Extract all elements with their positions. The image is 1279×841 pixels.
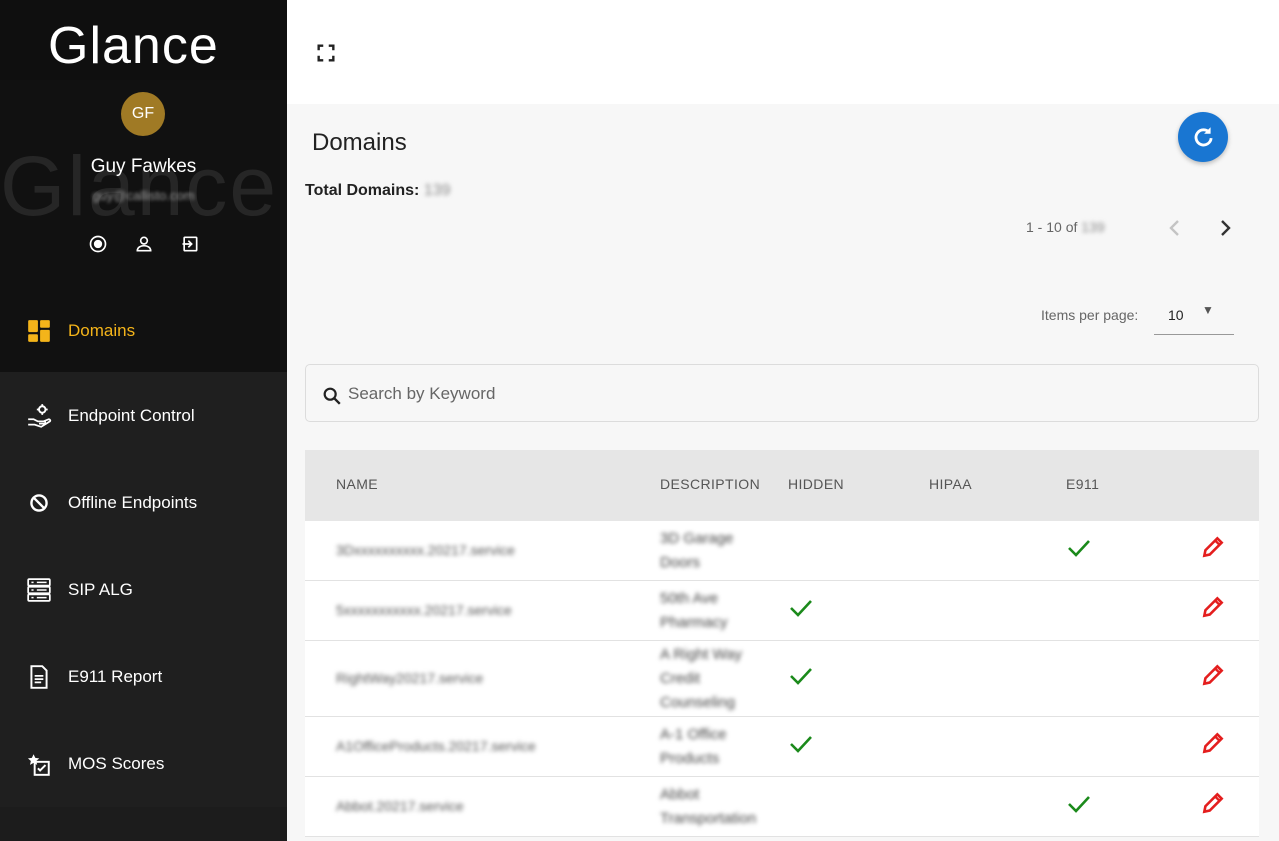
profile-panel: Glance GF Guy Fawkes guy@callisto.com <box>0 80 287 290</box>
domain-name: RightWay20217.service <box>336 670 484 686</box>
sidebar-item-sip-alg[interactable]: SIP ALG <box>0 546 287 633</box>
total-domains-label: Total Domains: <box>305 182 420 199</box>
sidebar-item-label: Endpoint Control <box>68 405 195 425</box>
domain-name: A1OfficeProducts.20217.service <box>336 738 536 754</box>
edit-icon[interactable] <box>1200 534 1226 560</box>
hidden-check-icon <box>788 665 814 687</box>
sidebar-item-mos-scores[interactable]: MOS Scores <box>0 720 287 807</box>
logo-watermark: Glance <box>0 139 279 233</box>
sidebar-item-label: MOS Scores <box>68 753 165 773</box>
pagination-range-label: 1 - 10 of <box>1026 219 1078 235</box>
domain-description-line: Credit <box>660 670 701 687</box>
items-per-page-select[interactable]: 10 ▼ <box>1154 297 1234 335</box>
search-input[interactable] <box>348 379 1228 409</box>
edit-icon[interactable] <box>1200 662 1226 688</box>
column-hidden[interactable]: HIDDEN <box>788 476 844 492</box>
column-hipaa[interactable]: HIPAA <box>929 476 972 492</box>
table-row[interactable]: 3Dxxxxxxxxxx.20217.service 3D Garage Doors <box>305 521 1259 581</box>
sidebar-item-label: SIP ALG <box>68 579 133 599</box>
domain-description-line: Products <box>660 750 720 767</box>
user-name: Guy Fawkes <box>90 156 197 177</box>
chevron-down-icon: ▼ <box>1202 303 1214 317</box>
status-icon[interactable] <box>88 234 108 254</box>
total-domains-value: 139 <box>423 182 451 199</box>
total-domains: Total Domains: 139 <box>305 182 451 200</box>
server-icon <box>25 576 53 604</box>
domain-description-line: Pharmacy <box>660 614 728 631</box>
document-icon <box>25 663 53 691</box>
sidebar-item-domains[interactable]: Domains <box>0 290 287 372</box>
dashboard-icon <box>25 317 53 345</box>
column-description[interactable]: DESCRIPTION <box>660 476 760 492</box>
profile-actions <box>88 234 200 254</box>
previous-page-button[interactable] <box>1165 216 1185 240</box>
sidebar-nav: Domains Endpoint Control Offline Endpoin… <box>0 290 287 807</box>
sidebar-item-offline-endpoints[interactable]: Offline Endpoints <box>0 459 287 546</box>
table-body: 3Dxxxxxxxxxx.20217.service 3D Garage Doors… <box>305 521 1259 837</box>
domain-description: 3D Garage Doors <box>660 527 780 575</box>
table-row[interactable]: 5xxxxxxxxxxx.20217.service 50th Ave Pharma… <box>305 581 1259 641</box>
user-email: guy@callisto.com <box>92 188 195 203</box>
pagination-range: 1 - 10 of 139 <box>1026 219 1105 235</box>
table-row[interactable]: Abbot.20217.service Abbot Transportation <box>305 777 1259 837</box>
domain-description: 50th Ave Pharmacy <box>660 587 780 635</box>
column-e911[interactable]: E911 <box>1066 476 1099 492</box>
sidebar-item-label: Offline Endpoints <box>68 492 198 512</box>
domain-name: Abbot.20217.service <box>336 798 464 814</box>
pagination-range-total: 139 <box>1081 219 1105 235</box>
page-title: Domains <box>312 129 407 156</box>
e911-check-icon <box>1066 537 1092 559</box>
table-header: NAME DESCRIPTION HIDDEN HIPAA E911 <box>305 450 1259 521</box>
domains-table: NAME DESCRIPTION HIDDEN HIPAA E911 3Dxxx… <box>305 450 1259 837</box>
table-row[interactable]: A1OfficeProducts.20217.service A-1 Office… <box>305 717 1259 777</box>
rating-icon <box>25 750 53 778</box>
sidebar-item-label: Domains <box>68 321 136 340</box>
avatar[interactable]: GF <box>121 92 165 136</box>
edit-icon[interactable] <box>1200 790 1226 816</box>
sidebar-item-e911-report[interactable]: E911 Report <box>0 633 287 720</box>
domain-description-line: A-1 Office <box>660 726 727 743</box>
top-bar <box>287 0 1279 104</box>
domain-description: A Right Way Credit Counseling <box>660 643 780 715</box>
hidden-check-icon <box>788 733 814 755</box>
items-per-page-value: 10 <box>1168 307 1184 323</box>
domain-description-line: 3D Garage <box>660 530 734 547</box>
hidden-check-icon <box>788 597 814 619</box>
refresh-button[interactable] <box>1178 112 1228 162</box>
sidebar-item-label: E911 Report <box>68 666 163 686</box>
table-row[interactable]: RightWay20217.service A Right Way Credit Co… <box>305 641 1259 717</box>
column-name[interactable]: NAME <box>336 476 378 492</box>
search-icon <box>323 387 341 405</box>
search-box <box>305 364 1259 422</box>
e911-check-icon <box>1066 793 1092 815</box>
app-logo: Glance <box>48 17 219 75</box>
edit-icon[interactable] <box>1200 594 1226 620</box>
domain-name: 3Dxxxxxxxxxx.20217.service <box>336 542 515 558</box>
refresh-icon <box>1194 127 1213 147</box>
logo-bar: Glance <box>0 0 287 80</box>
main-content: Domains Total Domains: 139 1 - 10 of 139… <box>287 104 1279 841</box>
hand-gear-icon <box>25 402 53 430</box>
fullscreen-icon[interactable] <box>315 42 337 64</box>
block-icon <box>25 489 53 517</box>
domain-description: Abbot Transportation <box>660 783 780 831</box>
domain-description-line: A Right Way <box>660 646 742 663</box>
next-page-button[interactable] <box>1215 216 1235 240</box>
domain-description-line: Counseling <box>660 694 736 711</box>
domain-name: 5xxxxxxxxxxx.20217.service <box>336 602 512 618</box>
profile-icon[interactable] <box>134 234 154 254</box>
domain-description-line: Transportation <box>660 810 757 827</box>
domain-description-line: Doors <box>660 554 701 571</box>
items-per-page-label: Items per page: <box>1041 307 1139 323</box>
logout-icon[interactable] <box>180 234 200 254</box>
domain-description-line: Abbot <box>660 786 700 803</box>
domain-description-line: 50th Ave <box>660 590 719 607</box>
sidebar: Glance Glance GF Guy Fawkes guy@callisto… <box>0 0 287 841</box>
sidebar-item-endpoint-control[interactable]: Endpoint Control <box>0 372 287 459</box>
edit-icon[interactable] <box>1200 730 1226 756</box>
domain-description: A-1 Office Products <box>660 723 780 771</box>
